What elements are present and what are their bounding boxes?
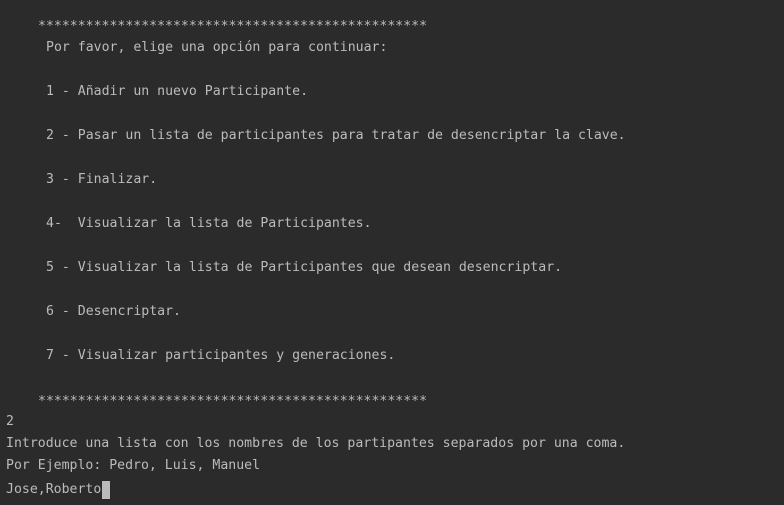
user-choice-echo: 2 xyxy=(6,414,14,429)
example-text: Por Ejemplo: Pedro, Luis, Manuel xyxy=(6,458,261,473)
console-output[interactable]: ****************************************… xyxy=(0,0,784,505)
menu-prompt: Por favor, elige una opción para continu… xyxy=(46,40,388,55)
console-input-line[interactable]: Jose,Roberto xyxy=(6,480,111,500)
instruction-text: Introduce una lista con los nombres de l… xyxy=(6,436,626,451)
console-input-text[interactable]: Jose,Roberto xyxy=(6,482,101,498)
menu-option-5: 5 - Visualizar la lista de Participantes… xyxy=(46,260,563,275)
menu-option-6: 6 - Desencriptar. xyxy=(46,304,181,319)
separator-top: ****************************************… xyxy=(38,19,428,34)
menu-option-4: 4- Visualizar la lista de Participantes. xyxy=(46,216,372,231)
separator-bottom: ****************************************… xyxy=(38,394,428,409)
text-cursor xyxy=(102,481,111,499)
menu-option-7: 7 - Visualizar participantes y generacio… xyxy=(46,348,396,363)
menu-option-3: 3 - Finalizar. xyxy=(46,172,158,187)
menu-option-2: 2 - Pasar un lista de participantes para… xyxy=(46,128,626,143)
menu-option-1: 1 - Añadir un nuevo Participante. xyxy=(46,84,309,99)
